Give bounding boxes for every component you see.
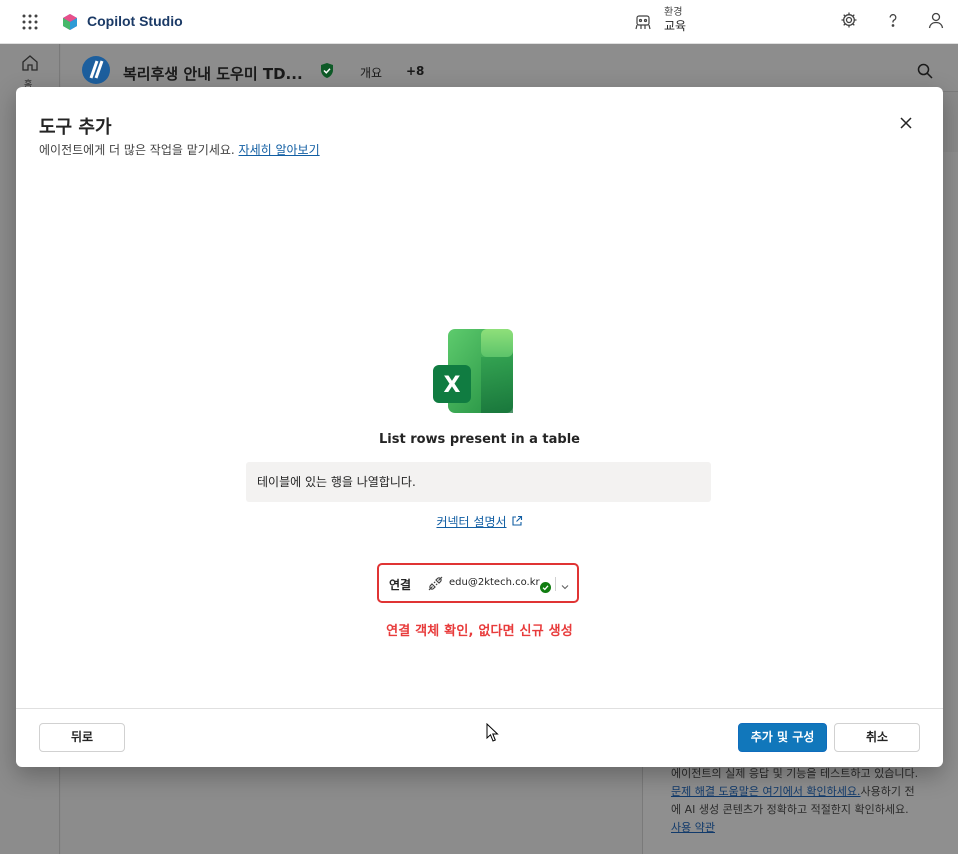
- environment-name[interactable]: 교육: [664, 19, 686, 33]
- terms-link[interactable]: 사용 약관: [671, 821, 715, 834]
- help-icon[interactable]: [882, 11, 904, 33]
- dialog-subtitle: 에이전트에게 더 많은 작업을 맡기세요. 자세히 알아보기: [39, 143, 320, 157]
- chevron-down-icon[interactable]: [559, 578, 571, 590]
- connection-account: edu@2ktech.co.kr: [449, 577, 540, 588]
- settings-icon[interactable]: [838, 11, 860, 33]
- search-icon[interactable]: [916, 62, 934, 80]
- close-icon[interactable]: [896, 113, 916, 133]
- connector-doc-link[interactable]: 커넥터 설명서: [16, 513, 943, 530]
- excel-logo-icon: X: [433, 329, 515, 415]
- dialog-title: 도구 추가: [39, 117, 112, 138]
- tab-overview[interactable]: 개요: [360, 64, 382, 81]
- connection-divider: [555, 577, 556, 591]
- connection-label: 연결: [389, 578, 412, 592]
- agent-logo-icon: [81, 55, 111, 85]
- waffle-icon[interactable]: [20, 12, 40, 32]
- back-button[interactable]: 뒤로: [39, 723, 125, 752]
- environment-label: 환경: [664, 7, 683, 18]
- tool-description: 테이블에 있는 행을 나열합니다.: [246, 462, 711, 502]
- svg-text:X: X: [444, 373, 461, 398]
- footer-divider: [16, 708, 943, 709]
- copilot-logo-icon: [62, 14, 78, 30]
- tab-more[interactable]: +8: [406, 64, 424, 78]
- check-circle-icon: [540, 578, 551, 593]
- tool-name: List rows present in a table: [378, 432, 581, 447]
- learn-more-link[interactable]: 자세히 알아보기: [239, 143, 320, 157]
- agent-name[interactable]: 복리후생 안내 도우미 TD...: [123, 63, 303, 84]
- annotation-note: 연결 객체 확인, 없다면 신규 생성: [386, 624, 573, 639]
- external-link-icon: [511, 515, 523, 527]
- agent-header: 복리후생 안내 도우미 TD... 개요 +8: [61, 44, 958, 92]
- connection-selector[interactable]: 연결 edu@2ktech.co.kr: [377, 563, 579, 603]
- app-title[interactable]: Copilot Studio: [87, 13, 183, 29]
- add-configure-button[interactable]: 추가 및 구성: [738, 723, 827, 752]
- connection-plug-icon: [428, 576, 443, 591]
- mouse-cursor-icon: [486, 722, 500, 743]
- add-tool-dialog: 도구 추가 에이전트에게 더 많은 작업을 맡기세요. 자세히 알아보기 X L…: [16, 87, 943, 767]
- test-panel-disclaimer: 에이전트의 실제 응답 및 기능을 테스트하고 있습니다. 문제 해결 도움말은…: [671, 767, 919, 834]
- shield-check-icon: [319, 62, 335, 79]
- environment-icon[interactable]: [634, 13, 652, 31]
- cancel-button[interactable]: 취소: [834, 723, 920, 752]
- home-icon[interactable]: [20, 53, 40, 73]
- top-bar: Copilot Studio 환경 교육: [0, 0, 958, 44]
- troubleshoot-link[interactable]: 문제 해결 도움말은 여기에서 확인하세요.: [671, 785, 861, 798]
- account-icon[interactable]: [925, 11, 947, 33]
